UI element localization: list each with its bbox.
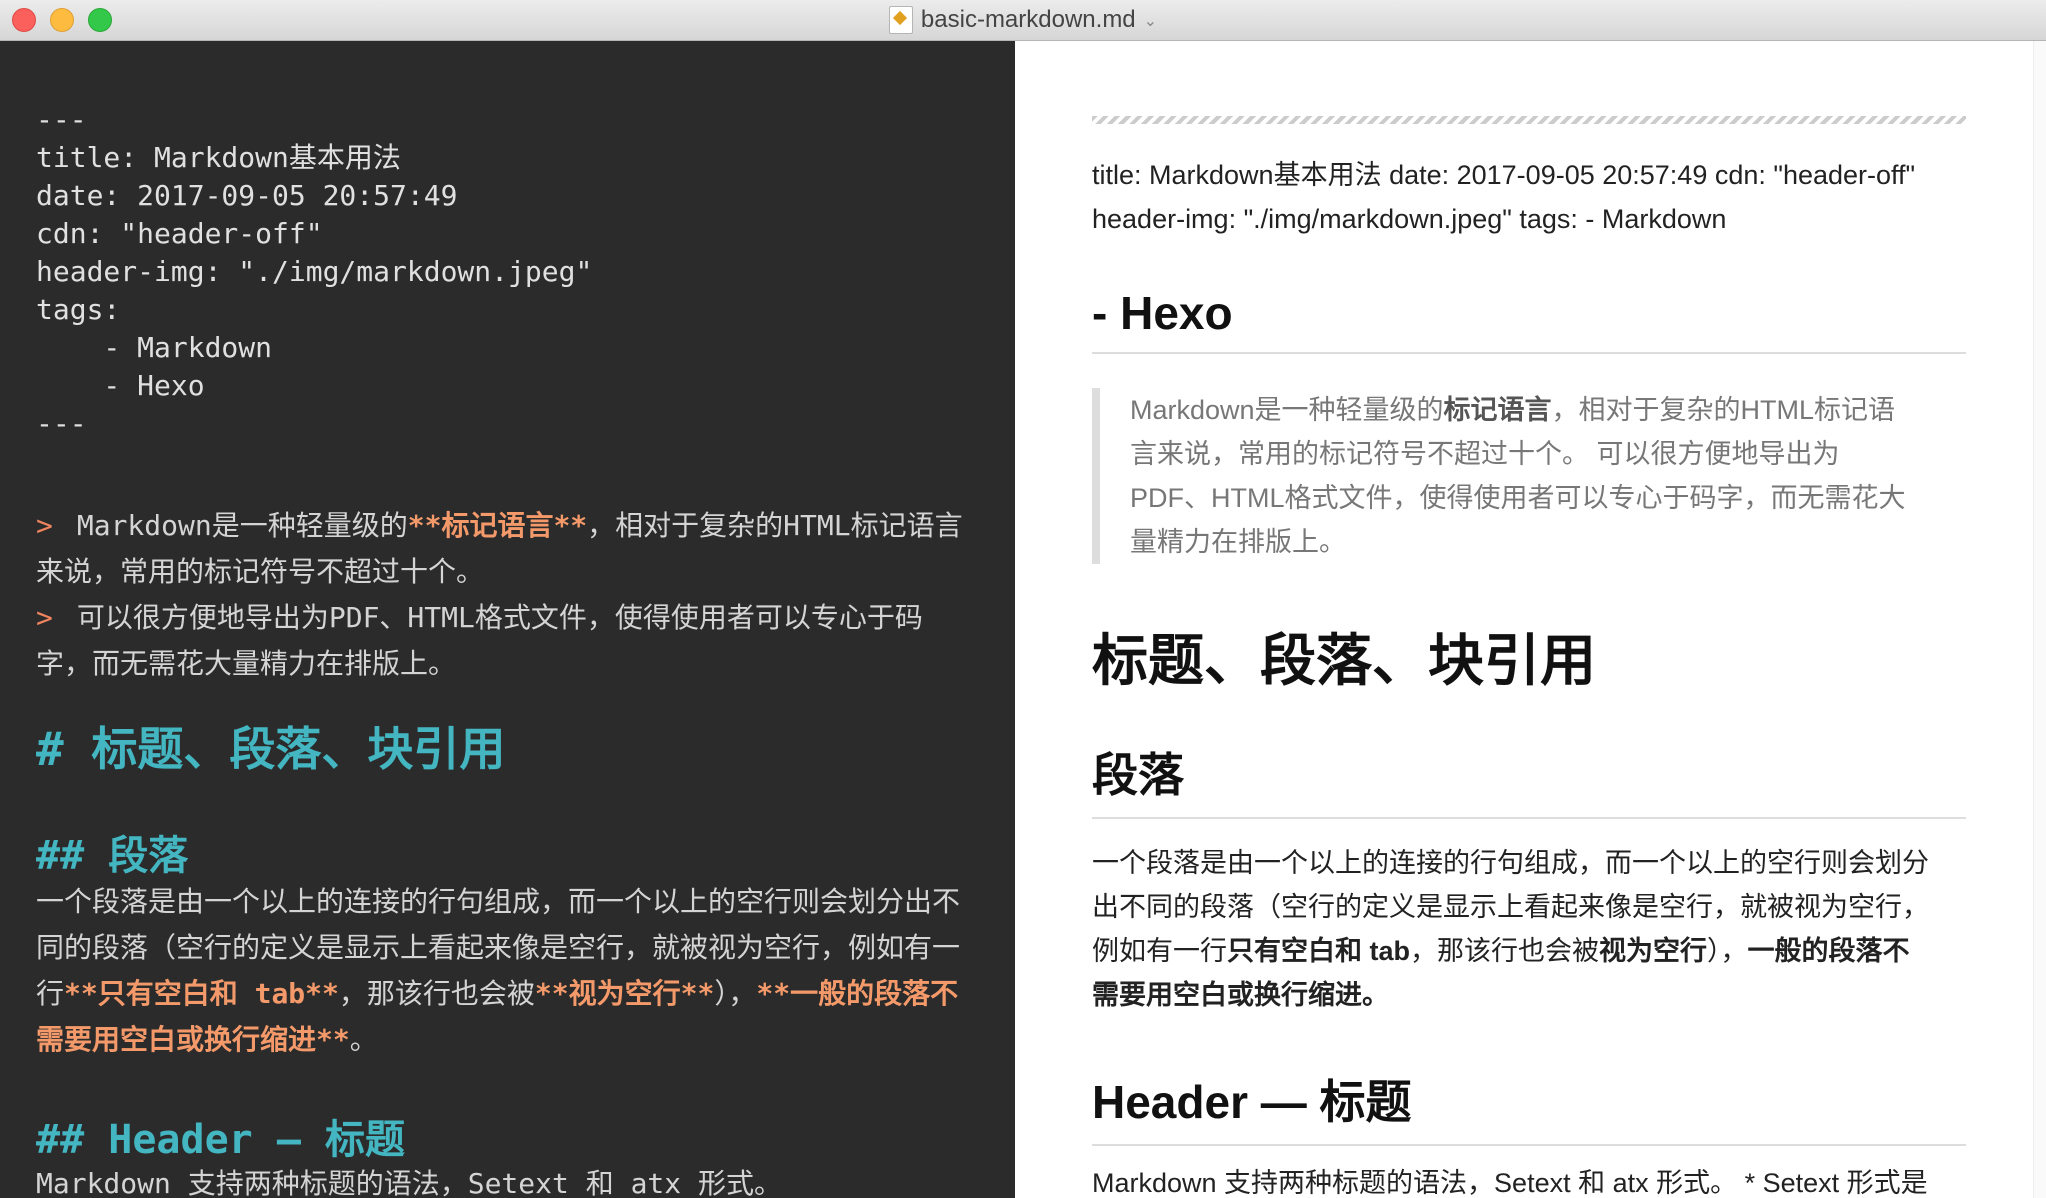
editor-paragraph-last: Markdown 支持两种标题的语法，Setext 和 atx 形式。 (36, 1167, 783, 1198)
preview-heading-1: 标题、段落、块引用 (1092, 629, 1596, 692)
para-line: 例如有一行只有空白和 tab，那该行也会被视为空行），一般的段落不 (1092, 929, 1966, 973)
frontmatter-line: date: 2017-09-05 20:57:49 (36, 179, 458, 212)
editor-paragraph: 一个段落是由一个以上的连接的行句组成，而一个以上的空行则会划分出不 同的段落（空… (36, 879, 960, 1063)
quote-text: ，相对于复杂的HTML标记语言 (587, 509, 963, 542)
preview-line: header-img: "./img/markdown.jpeg" tags: … (1092, 204, 1727, 234)
quote-text: 可以很方便地导出为PDF、HTML格式文件，使得使用者可以专心于码 (76, 601, 923, 634)
bold-markup: 需要用空白或换行缩进** (36, 1023, 350, 1056)
quote-text: Markdown是一种轻量级的 (76, 509, 408, 542)
quote-strong: 标记语言 (1443, 395, 1552, 425)
frontmatter-line: header-img: "./img/markdown.jpeg" (36, 255, 593, 288)
quote-line: 言来说，常用的标记符号不超过十个。 可以很方便地导出为 (1130, 439, 1840, 469)
para-line: 一个段落是由一个以上的连接的行句组成，而一个以上的空行则会划分 (1092, 848, 1929, 878)
para-text: 行 (36, 977, 65, 1010)
frontmatter-line: --- (36, 407, 87, 440)
editor-heading-2-header: ## Header — 标题 (36, 1117, 405, 1163)
quote-marker: > (36, 509, 53, 542)
preview-line: title: Markdown基本用法 date: 2017-09-05 20:… (1092, 160, 1916, 190)
quote-text: Markdown是一种轻量级的 (1130, 395, 1444, 425)
document-icon (888, 6, 913, 34)
para-line: 行**只有空白和 tab**，那该行也会被**视为空行**），**一般的段落不 (36, 971, 960, 1017)
para-strong: 一般的段落不 (1747, 936, 1910, 966)
preview-heading-header: Header — 标题 (1092, 1066, 1966, 1146)
quote-text: ，相对于复杂的HTML标记语 (1551, 395, 1896, 425)
quote-line: 来说，常用的标记符号不超过十个。 (36, 555, 485, 588)
window-title-group[interactable]: basic-markdown.md ⌄ (0, 0, 2046, 40)
bold-markup: **标记语言** (407, 509, 588, 542)
frontmatter-line: - Hexo (36, 369, 205, 402)
editor-blockquote: > Markdown是一种轻量级的**标记语言**，相对于复杂的HTML标记语言 … (36, 503, 963, 687)
quote-line: > 可以很方便地导出为PDF、HTML格式文件，使得使用者可以专心于码 (36, 595, 963, 641)
para-text: ，那该行也会被 (338, 977, 535, 1010)
frontmatter-line: - Markdown (36, 331, 273, 364)
para-line: 一个段落是由一个以上的连接的行句组成，而一个以上的空行则会划分出不 (36, 885, 961, 918)
para-text: ，那该行也会被 (1410, 936, 1600, 966)
quote-line: PDF、HTML格式文件，使得使用者可以专心于码字，而无需花大 (1130, 483, 1906, 513)
quote-marker: > (36, 601, 53, 634)
preview-blockquote: Markdown是一种轻量级的标记语言，相对于复杂的HTML标记语 言来说，常用… (1092, 388, 1966, 564)
quote-line: Markdown是一种轻量级的标记语言，相对于复杂的HTML标记语 (1130, 388, 1966, 432)
preview-frontmatter-paragraph: title: Markdown基本用法 date: 2017-09-05 20:… (1092, 153, 1966, 241)
preview-paragraph-last: Markdown 支持两种标题的语法，Setext 和 atx 形式。 * Se… (1092, 1168, 1928, 1198)
bold-markup: **一般的段落不 (756, 977, 959, 1010)
chevron-down-icon[interactable]: ⌄ (1144, 11, 1157, 30)
para-strong: 视为空行 (1599, 936, 1708, 966)
markdown-editor[interactable]: --- title: Markdown基本用法 date: 2017-09-05… (0, 41, 1014, 1198)
bold-markup: **视为空行** (534, 977, 715, 1010)
para-line: 出不同的段落（空行的定义是显示上看起来像是空行，就被视为空行， (1092, 892, 1929, 922)
para-text: ）， (714, 977, 757, 1010)
para-line: 同的段落（空行的定义是显示上看起来像是空行，就被视为空行，例如有一 (36, 931, 961, 964)
quote-line: 量精力在排版上。 (1130, 527, 1346, 557)
frontmatter-line: cdn: "header-off" (36, 217, 323, 250)
quote-line: > Markdown是一种轻量级的**标记语言**，相对于复杂的HTML标记语言 (36, 503, 963, 549)
frontmatter-line: --- (36, 103, 87, 136)
preview-heading-2: 段落 (1092, 739, 1966, 819)
editor-heading-2: ## 段落 (36, 833, 189, 879)
frontmatter-block: --- title: Markdown基本用法 date: 2017-09-05… (36, 101, 592, 443)
markdown-preview[interactable]: title: Markdown基本用法 date: 2017-09-05 20:… (1015, 41, 2046, 1198)
preview-paragraph: 一个段落是由一个以上的连接的行句组成，而一个以上的空行则会划分 出不同的段落（空… (1092, 841, 1966, 1017)
window-title: basic-markdown.md (920, 6, 1136, 33)
para-text: 。 (349, 1023, 378, 1056)
bold-markup: **只有空白和 tab** (64, 977, 339, 1010)
editor-heading-1: # 标题、段落、块引用 (36, 722, 506, 776)
horizontal-rule (1092, 116, 1966, 124)
frontmatter-line: title: Markdown基本用法 (36, 141, 401, 174)
para-line: 需要用空白或换行缩进。 (1092, 980, 1389, 1010)
para-strong: 只有空白和 tab (1227, 936, 1411, 966)
title-bar: basic-markdown.md ⌄ (0, 0, 2046, 41)
preview-heading-hexo: - Hexo (1092, 286, 1966, 354)
para-text: 例如有一行 (1092, 936, 1227, 966)
preview-scrollbar[interactable] (2033, 41, 2046, 1198)
para-line: 需要用空白或换行缩进**。 (36, 1017, 960, 1063)
frontmatter-line: tags: (36, 293, 121, 326)
quote-line: 字，而无需花大量精力在排版上。 (36, 647, 457, 680)
para-text: ）， (1707, 936, 1748, 966)
